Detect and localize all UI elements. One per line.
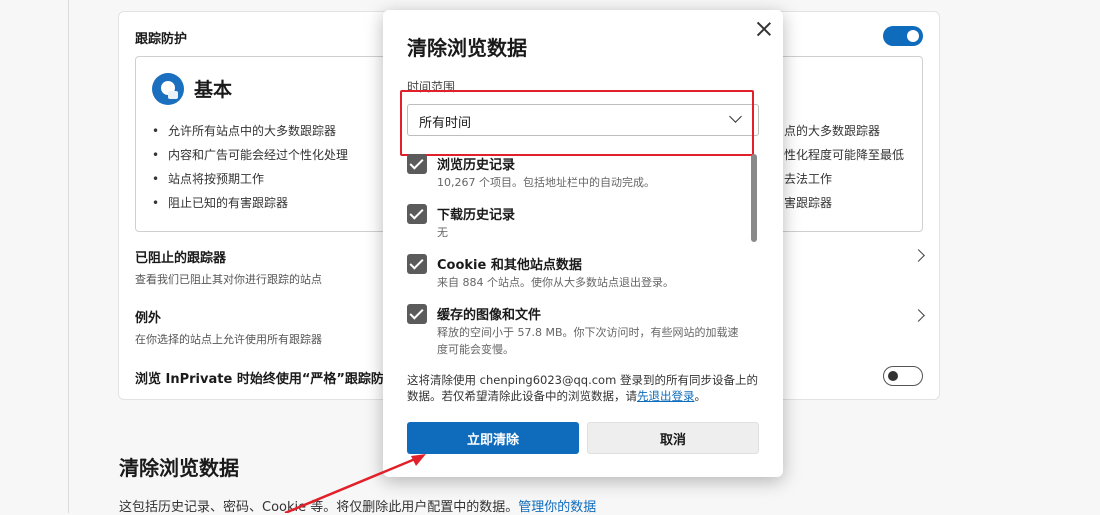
bullet-item: 允许所有站点中的大多数跟踪器 xyxy=(152,119,348,143)
time-range-select[interactable]: 所有时间 xyxy=(407,104,759,136)
dialog-title: 清除浏览数据 xyxy=(407,36,527,60)
cancel-button[interactable]: 取消 xyxy=(587,422,759,454)
bullet-item: 内容和广告可能会经过个性化处理 xyxy=(152,143,348,167)
item-title: 缓存的图像和文件 xyxy=(437,308,542,323)
sign-out-link[interactable]: 先退出登录 xyxy=(637,389,695,403)
sync-note-end: 。 xyxy=(694,389,707,403)
clear-now-button[interactable]: 立即清除 xyxy=(407,422,579,454)
bullet-item: 阻止已知的有害跟踪器 xyxy=(152,191,348,215)
bullet-item: 害跟踪器 xyxy=(784,196,833,210)
chevron-down-icon xyxy=(729,110,742,123)
item-desc: 无 xyxy=(437,226,448,239)
basic-option-bullets: 允许所有站点中的大多数跟踪器 内容和广告可能会经过个性化处理 站点将按预期工作 … xyxy=(152,119,348,215)
tracking-prevention-title: 跟踪防护 xyxy=(135,32,188,47)
close-icon[interactable] xyxy=(755,20,773,38)
list-scrollbar[interactable] xyxy=(751,154,757,242)
bullet-item: 站点将按预期工作 xyxy=(152,167,348,191)
data-types-list: 浏览历史记录 10,267 个项目。包括地址栏中的自动完成。 下载历史记录 无 … xyxy=(407,152,747,362)
item-title: 浏览历史记录 xyxy=(437,158,516,173)
clear-browsing-data-dialog: 清除浏览数据 时间范围 所有时间 浏览历史记录 10,267 个项目。包括地址栏… xyxy=(383,10,783,477)
item-desc: 10,267 个项目。包括地址栏中的自动完成。 xyxy=(437,176,655,189)
tracking-prevention-toggle[interactable] xyxy=(883,26,923,46)
checkbox-checked[interactable] xyxy=(407,204,427,224)
clear-browsing-data-desc: 这包括历史记录、密码、Cookie 等。将仅删除此用户配置中的数据。管理你的数据 xyxy=(119,496,596,515)
sync-note: 这将清除使用 chenping6023@qq.com 登录到的所有同步设备上的数… xyxy=(407,372,763,404)
item-title: Cookie 和其他站点数据 xyxy=(437,258,582,273)
toggle-knob xyxy=(907,30,919,42)
time-range-value: 所有时间 xyxy=(419,116,472,131)
bullet-item: 点的大多数跟踪器 xyxy=(784,124,881,138)
item-desc: 来自 884 个站点。使你从大多数站点退出登录。 xyxy=(437,276,674,289)
basic-option-title: 基本 xyxy=(194,79,233,101)
checkbox-checked[interactable] xyxy=(407,304,427,324)
item-title: 下载历史记录 xyxy=(437,208,516,223)
item-desc: 释放的空间小于 57.8 MB。你下次访问时，有些网站的加载速度可能会变慢。 xyxy=(437,326,739,356)
inprivate-strict-toggle[interactable] xyxy=(883,366,923,386)
toggle-knob xyxy=(888,371,898,381)
strict-option-bullets-partial: 点的大多数跟踪器 性化程度可能降至最低 去法工作 害跟踪器 xyxy=(784,119,904,215)
bullet-item: 去法工作 xyxy=(784,172,833,186)
checkbox-checked[interactable] xyxy=(407,254,427,274)
time-range-label: 时间范围 xyxy=(407,80,456,94)
clear-browsing-data-heading: 清除浏览数据 xyxy=(119,456,239,480)
left-rail-divider xyxy=(68,0,69,513)
shield-person-icon xyxy=(152,73,184,105)
checkbox-checked[interactable] xyxy=(407,154,427,174)
bullet-item: 性化程度可能降至最低 xyxy=(784,148,905,162)
